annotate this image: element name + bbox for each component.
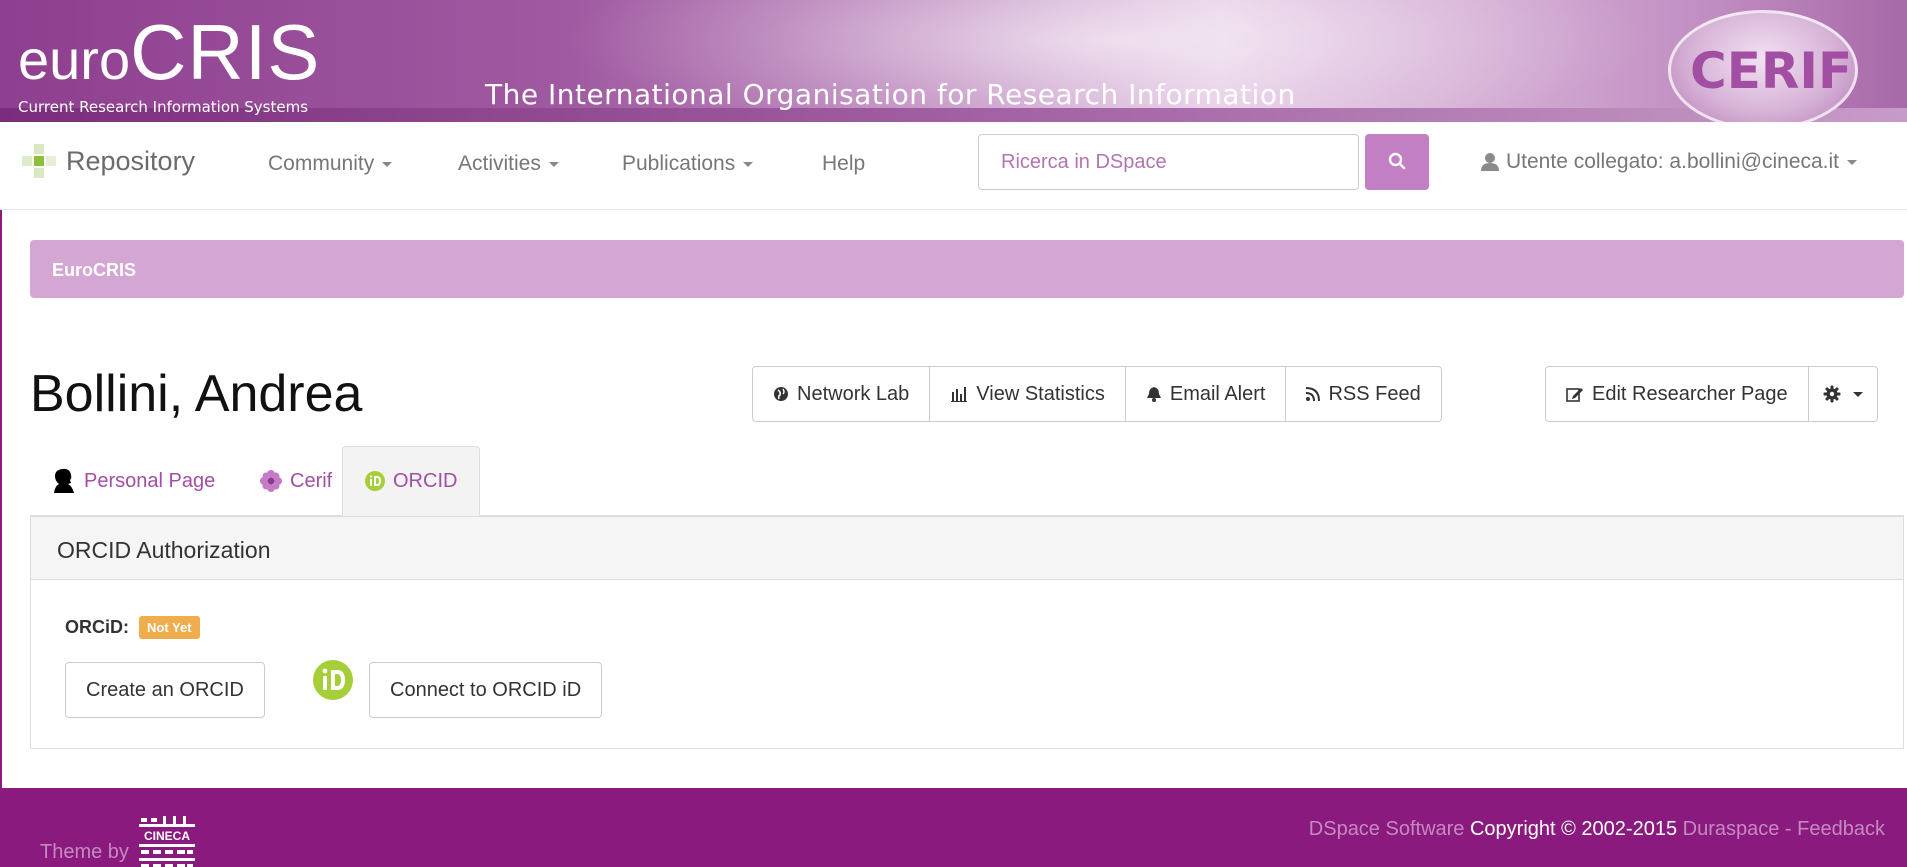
orcid-logo-icon: [313, 660, 353, 700]
svg-text:CINECA: CINECA: [144, 829, 190, 843]
view-statistics-label: View Statistics: [976, 382, 1105, 405]
brand-label: Repository: [66, 145, 196, 176]
panel-heading: ORCID Authorization: [31, 516, 1903, 580]
caret-down-icon: [743, 161, 754, 167]
orcid-status-line: ORCiD: Not Yet: [65, 616, 200, 639]
edit-icon: [1566, 388, 1583, 402]
person-silhouette-icon: [54, 468, 74, 493]
site-banner: euroCRIS Current Research Information Sy…: [0, 0, 1907, 122]
page-title: Bollini, Andrea: [30, 365, 363, 423]
caret-down-icon: [382, 161, 393, 167]
caret-down-icon: [548, 161, 559, 167]
feedback-link[interactable]: Feedback: [1797, 818, 1885, 840]
logo-main: CRIS: [130, 8, 321, 96]
nav-publications[interactable]: Publications: [622, 152, 754, 176]
settings-dropdown-button[interactable]: [1808, 366, 1878, 422]
tab-cerif-label: Cerif: [290, 469, 333, 492]
tab-personal-page-label: Personal Page: [84, 469, 216, 492]
globe-icon: [774, 387, 788, 401]
tab-personal-page[interactable]: Personal Page: [30, 446, 237, 516]
rss-feed-label: RSS Feed: [1328, 382, 1421, 405]
search-input[interactable]: [978, 134, 1359, 190]
user-menu[interactable]: Utente collegato: a.bollini@cineca.it: [1480, 150, 1858, 174]
nav-activities-label: Activities: [458, 152, 541, 175]
rss-feed-button[interactable]: RSS Feed: [1286, 366, 1442, 422]
logo-prefix: euro: [18, 28, 131, 91]
eurocris-logo[interactable]: euroCRIS: [18, 13, 320, 91]
view-statistics-button[interactable]: View Statistics: [930, 366, 1126, 422]
tab-orcid-label: ORCID: [393, 469, 458, 492]
cineca-logo-icon[interactable]: CINECA: [135, 816, 199, 867]
tab-orcid[interactable]: ORCID: [342, 446, 481, 516]
flower-icon: [260, 470, 282, 492]
user-icon: [1481, 153, 1499, 171]
caret-down-icon: [1847, 159, 1858, 165]
nav-community-label: Community: [268, 152, 375, 175]
copyright-text: Copyright © 2002-2015: [1469, 818, 1678, 840]
network-lab-button[interactable]: Network Lab: [752, 366, 931, 422]
tab-cerif[interactable]: Cerif: [238, 446, 354, 516]
theme-by-label: Theme by: [40, 840, 129, 863]
dspace-logo-icon: [22, 144, 56, 178]
brand-link[interactable]: Repository: [22, 144, 195, 178]
edit-actions-group: Edit Researcher Page: [1545, 366, 1878, 422]
nav-community[interactable]: Community: [268, 152, 393, 176]
orcid-icon: [365, 471, 385, 491]
duraspace-link[interactable]: Duraspace: [1683, 818, 1780, 840]
nav-activities[interactable]: Activities: [458, 152, 559, 176]
connect-orcid-button[interactable]: Connect to ORCID iD: [369, 662, 603, 718]
banner-title: The International Organisation for Resea…: [485, 78, 1296, 111]
email-alert-button[interactable]: Email Alert: [1125, 366, 1287, 422]
create-orcid-button[interactable]: Create an ORCID: [65, 662, 265, 718]
theme-by: Theme by CINECA: [40, 816, 199, 867]
nav-help[interactable]: Help: [822, 152, 865, 176]
email-alert-label: Email Alert: [1169, 382, 1266, 405]
researcher-actions-group: Network Lab View Statistics Email Alert …: [752, 366, 1442, 422]
status-badge: Not Yet: [139, 616, 200, 639]
bell-icon: [1146, 387, 1161, 402]
breadcrumb-item-eurocris[interactable]: EuroCRIS: [52, 260, 136, 280]
top-navbar: Repository Community Activities Publicat…: [0, 122, 1907, 210]
user-label: Utente collegato: a.bollini@cineca.it: [1506, 150, 1840, 173]
logo-subtitle: Current Research Information Systems: [18, 98, 309, 116]
edit-researcher-page-label: Edit Researcher Page: [1592, 382, 1788, 405]
gear-icon: [1823, 385, 1841, 403]
dspace-software-link[interactable]: DSpace Software: [1309, 818, 1465, 840]
search-icon: [1388, 152, 1406, 169]
orcid-authorization-panel: ORCID Authorization ORCiD: Not Yet Creat…: [30, 516, 1904, 749]
site-footer: Theme by CINECA DSpace Software Copyrigh…: [0, 788, 1907, 867]
researcher-tabs: Personal Page Cerif ORCID: [30, 446, 1904, 516]
nav-help-label: Help: [822, 152, 866, 175]
breadcrumb: EuroCRIS: [30, 240, 1904, 298]
orcid-label: ORCiD:: [65, 617, 129, 637]
edit-researcher-page-button[interactable]: Edit Researcher Page: [1545, 366, 1809, 422]
cerif-badge-text: CERIF: [1690, 42, 1853, 100]
bar-chart-icon: [951, 387, 968, 402]
footer-credits: DSpace Software Copyright © 2002-2015 Du…: [1309, 818, 1885, 841]
left-border: [0, 210, 2, 788]
search-button[interactable]: [1365, 134, 1429, 190]
rss-icon: [1306, 387, 1321, 401]
network-lab-label: Network Lab: [797, 382, 910, 405]
caret-down-icon: [1852, 391, 1863, 397]
footer-separator: -: [1784, 818, 1792, 840]
nav-publications-label: Publications: [622, 152, 736, 175]
